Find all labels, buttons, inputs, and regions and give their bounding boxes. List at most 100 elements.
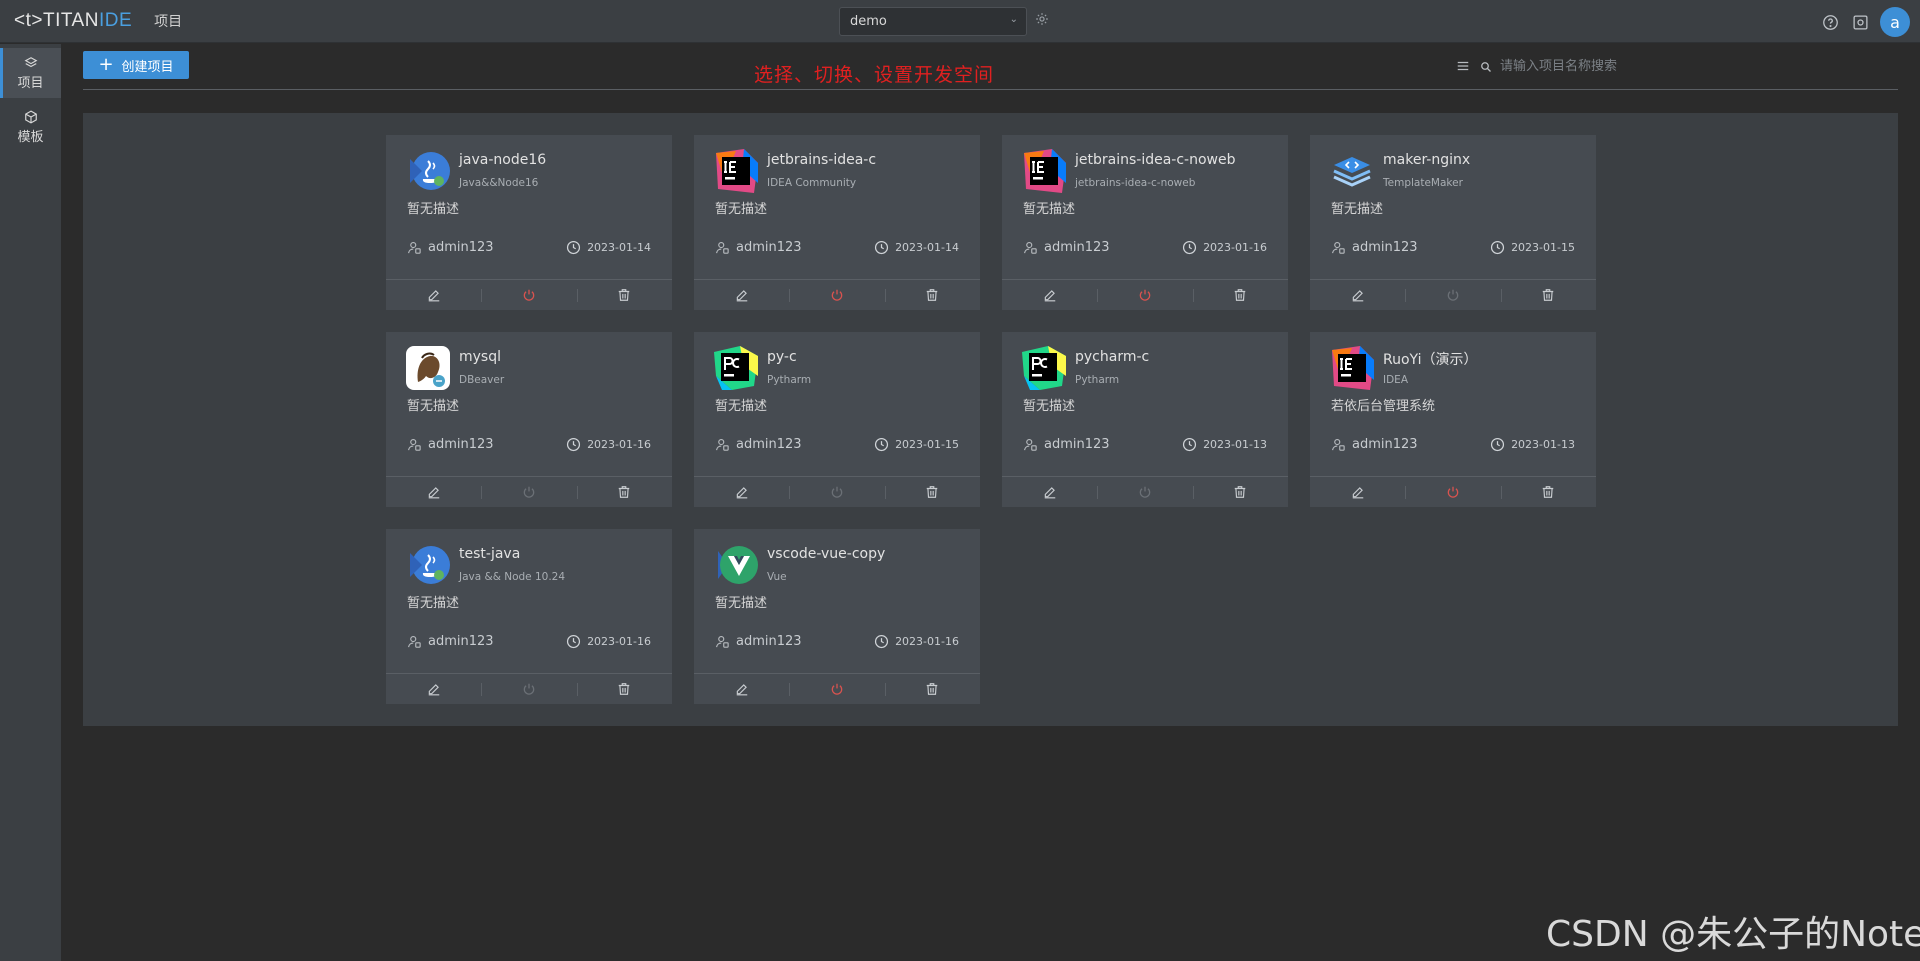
- power-button[interactable]: [1405, 280, 1500, 310]
- java-icon: [406, 543, 450, 587]
- project-card[interactable]: maker-nginx TemplateMaker 暂无描述 admin123 …: [1310, 135, 1596, 310]
- delete-button[interactable]: [884, 280, 980, 310]
- sidebar-item-projects[interactable]: 项目: [0, 48, 61, 98]
- project-date: 2023-01-16: [566, 634, 651, 649]
- create-project-button[interactable]: + 创建项目: [83, 51, 189, 79]
- search-input[interactable]: [1500, 52, 1700, 80]
- edit-button[interactable]: [1002, 280, 1097, 310]
- power-button[interactable]: [789, 674, 884, 704]
- clock-icon: [1183, 240, 1197, 255]
- workspace-select[interactable]: demo ⌄: [839, 7, 1027, 36]
- sidebar-item-label: 模板: [17, 129, 44, 145]
- edit-button[interactable]: [1310, 477, 1405, 507]
- edit-button[interactable]: [694, 477, 789, 507]
- user-icon: [716, 241, 729, 254]
- project-template: jetbrains-idea-c-noweb: [1075, 177, 1196, 189]
- trash-icon: [619, 486, 630, 498]
- project-name[interactable]: vscode-vue-copy: [767, 546, 885, 562]
- project-description: 若依后台管理系统: [1331, 399, 1436, 414]
- project-card[interactable]: jetbrains-idea-c-noweb jetbrains-idea-c-…: [1002, 135, 1288, 310]
- help-icon[interactable]: [1820, 12, 1840, 32]
- logo-text: <t>TITAN: [14, 10, 99, 31]
- project-description: 暂无描述: [1331, 202, 1384, 217]
- clock-icon: [1183, 437, 1197, 452]
- project-template: DBeaver: [459, 374, 505, 386]
- edit-button[interactable]: [386, 674, 481, 704]
- project-owner: admin123: [407, 437, 494, 452]
- project-card[interactable]: jetbrains-idea-c IDEA Community 暂无描述 adm…: [694, 135, 980, 310]
- project-card[interactable]: py-c Pytharm 暂无描述 admin123 2023-01-15: [694, 332, 980, 507]
- card-actions: [694, 476, 980, 507]
- top-right-actions: a: [1820, 7, 1910, 37]
- edit-button[interactable]: [1310, 280, 1405, 310]
- power-icon: [831, 683, 843, 695]
- gear-icon[interactable]: [1035, 11, 1055, 31]
- power-button[interactable]: [1405, 477, 1500, 507]
- project-card[interactable]: RuoYi（演示） IDEA 若依后台管理系统 admin123 2023-01…: [1310, 332, 1596, 507]
- power-button[interactable]: [481, 674, 576, 704]
- power-button[interactable]: [789, 477, 884, 507]
- edit-icon: [1044, 487, 1055, 499]
- sidebar-item-templates[interactable]: 模板: [0, 102, 61, 152]
- project-owner: admin123: [715, 634, 802, 649]
- edit-icon: [1352, 487, 1363, 499]
- delete-button[interactable]: [576, 674, 672, 704]
- power-icon: [523, 289, 535, 301]
- project-name[interactable]: java-node16: [459, 152, 546, 168]
- project-name[interactable]: py-c: [767, 349, 797, 365]
- delete-button[interactable]: [884, 477, 980, 507]
- project-date: 2023-01-16: [874, 634, 959, 649]
- power-button[interactable]: [1097, 280, 1192, 310]
- edit-icon: [428, 487, 439, 499]
- project-owner: admin123: [407, 240, 494, 255]
- power-button[interactable]: [1097, 477, 1192, 507]
- project-card[interactable]: java-node16 Java&&Node16 暂无描述 admin123 2…: [386, 135, 672, 310]
- nav-projects[interactable]: 项目: [154, 11, 182, 31]
- list-view-icon[interactable]: [1456, 58, 1472, 74]
- power-button[interactable]: [481, 280, 576, 310]
- project-card[interactable]: test-java Java && Node 10.24 暂无描述 admin1…: [386, 529, 672, 704]
- edit-button[interactable]: [386, 477, 481, 507]
- delete-button[interactable]: [576, 280, 672, 310]
- power-button[interactable]: [789, 280, 884, 310]
- cube-icon: [24, 109, 37, 124]
- delete-button[interactable]: [1192, 280, 1288, 310]
- project-owner: admin123: [1331, 437, 1418, 452]
- edit-button[interactable]: [694, 280, 789, 310]
- date-text: 2023-01-14: [587, 241, 651, 254]
- delete-button[interactable]: [1192, 477, 1288, 507]
- user-icon: [1332, 438, 1345, 451]
- delete-button[interactable]: [1500, 280, 1596, 310]
- delete-button[interactable]: [1500, 477, 1596, 507]
- project-date: 2023-01-13: [1182, 437, 1267, 452]
- project-template: IDEA Community: [767, 177, 857, 189]
- settings-panel-icon[interactable]: [1850, 12, 1870, 32]
- power-button[interactable]: [481, 477, 576, 507]
- clock-icon: [567, 240, 581, 255]
- delete-button[interactable]: [884, 674, 980, 704]
- project-name[interactable]: mysql: [459, 349, 501, 365]
- project-template: IDEA: [1383, 374, 1408, 386]
- power-icon: [1447, 486, 1459, 498]
- clock-icon: [875, 240, 889, 255]
- edit-button[interactable]: [1002, 477, 1097, 507]
- project-template: TemplateMaker: [1383, 177, 1463, 189]
- card-actions: [386, 673, 672, 704]
- project-card[interactable]: vscode-vue-copy Vue 暂无描述 admin123 2023-0…: [694, 529, 980, 704]
- project-name[interactable]: jetbrains-idea-c-noweb: [1075, 152, 1235, 168]
- project-name[interactable]: maker-nginx: [1383, 152, 1470, 168]
- app-logo[interactable]: <t>TITANIDE: [14, 10, 132, 32]
- project-date: 2023-01-16: [1182, 240, 1267, 255]
- project-name[interactable]: test-java: [459, 546, 520, 562]
- project-card[interactable]: pycharm-c Pytharm 暂无描述 admin123 2023-01-…: [1002, 332, 1288, 507]
- avatar[interactable]: a: [1880, 7, 1910, 37]
- power-icon: [1447, 289, 1459, 301]
- project-name[interactable]: RuoYi（演示）: [1383, 349, 1477, 369]
- edit-button[interactable]: [386, 280, 481, 310]
- date-text: 2023-01-13: [1203, 438, 1267, 451]
- project-card[interactable]: mysql DBeaver 暂无描述 admin123 2023-01-16: [386, 332, 672, 507]
- edit-button[interactable]: [694, 674, 789, 704]
- project-name[interactable]: pycharm-c: [1075, 349, 1149, 365]
- delete-button[interactable]: [576, 477, 672, 507]
- project-name[interactable]: jetbrains-idea-c: [767, 152, 876, 168]
